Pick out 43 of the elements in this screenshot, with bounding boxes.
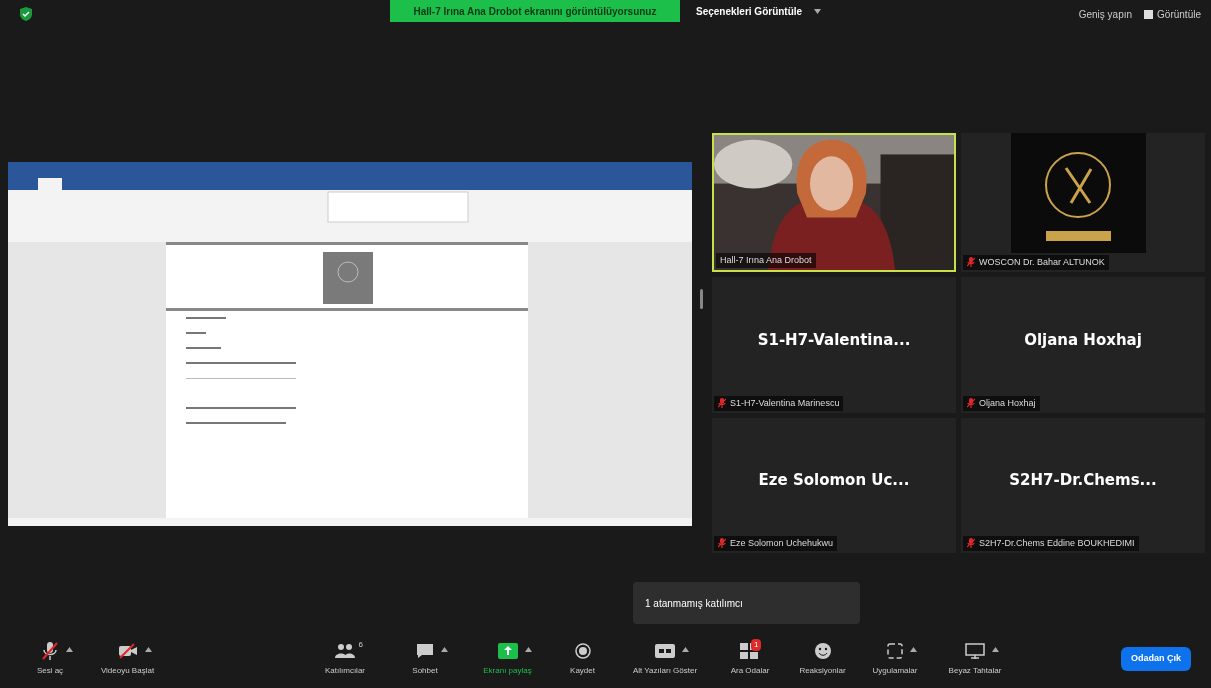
participant-name: Eze Solomon Uc... xyxy=(758,470,910,492)
participant-label: Eze Solomon Uchehukwu xyxy=(730,536,834,550)
toolbar-button[interactable]: Videoyu Başlat xyxy=(80,641,175,677)
toolbar-button[interactable]: 6 Katılımcılar xyxy=(305,641,385,677)
share-screen-icon xyxy=(497,643,518,659)
grid-icon xyxy=(1144,9,1154,19)
notification-badge: 1 xyxy=(751,639,762,651)
view-button[interactable]: Görüntüle xyxy=(1144,6,1201,22)
toolbar-button[interactable]: Alt Yazıları Göster xyxy=(615,641,715,677)
toolbar-button[interactable]: Uygulamalar xyxy=(860,641,930,677)
tooltip: 1 atanmamış katılımcı xyxy=(633,582,860,624)
video-off-icon xyxy=(117,643,138,659)
participant-label: Hall-7 Irına Ana Drobot xyxy=(720,253,812,267)
shield-icon[interactable] xyxy=(18,6,34,22)
toolbar-button[interactable]: Beyaz Tahtalar xyxy=(930,641,1020,677)
participant-label: WOSCON Dr. Bahar ALTUNOK xyxy=(979,255,1105,269)
whiteboard-icon xyxy=(965,643,985,659)
participant-label: Oljana Hoxhaj xyxy=(979,396,1036,410)
people-icon xyxy=(335,643,355,659)
participant-label: S1-H7-Valentina Marinescu xyxy=(730,396,840,410)
participant-name: S2H7-Dr.Chems... xyxy=(1009,470,1157,492)
participant-name: S1-H7-Valentina... xyxy=(757,329,911,351)
record-icon xyxy=(574,643,591,659)
smiley-icon xyxy=(813,642,832,660)
toolbar-button[interactable]: Kaydet xyxy=(550,641,615,677)
participant-label: S2H7-Dr.Chems Eddine BOUKHEDIMI xyxy=(979,536,1135,550)
caret-icon xyxy=(814,8,822,14)
apps-icon xyxy=(887,643,903,659)
toolbar-button[interactable]: Ekranı paylaş xyxy=(465,641,550,677)
participant-count: 6 xyxy=(358,639,363,651)
toolbar-button[interactable]: Reaksiyonlar xyxy=(785,641,860,677)
participant-name: Oljana Hoxhaj xyxy=(1024,329,1142,351)
toolbar-button[interactable]: Sesi aç xyxy=(20,641,80,677)
leave-rooms-button[interactable]: Odadan Çık xyxy=(1121,647,1191,671)
resize-handle[interactable] xyxy=(700,289,703,309)
view-options-button[interactable]: Seçenekleri Görüntüle xyxy=(688,0,830,22)
toolbar-button[interactable]: Sohbet xyxy=(385,641,465,677)
toolbar-button[interactable]: 1 Ara Odalar xyxy=(715,641,785,677)
share-banner: Hall-7 Irına Ana Drobot ekranını görüntülüyorsunuz xyxy=(390,0,680,22)
muted-mic-icon xyxy=(41,641,59,661)
enlarge-button[interactable]: Geniş yapın xyxy=(1078,6,1133,22)
captions-icon xyxy=(655,644,675,658)
chat-icon xyxy=(416,643,434,659)
